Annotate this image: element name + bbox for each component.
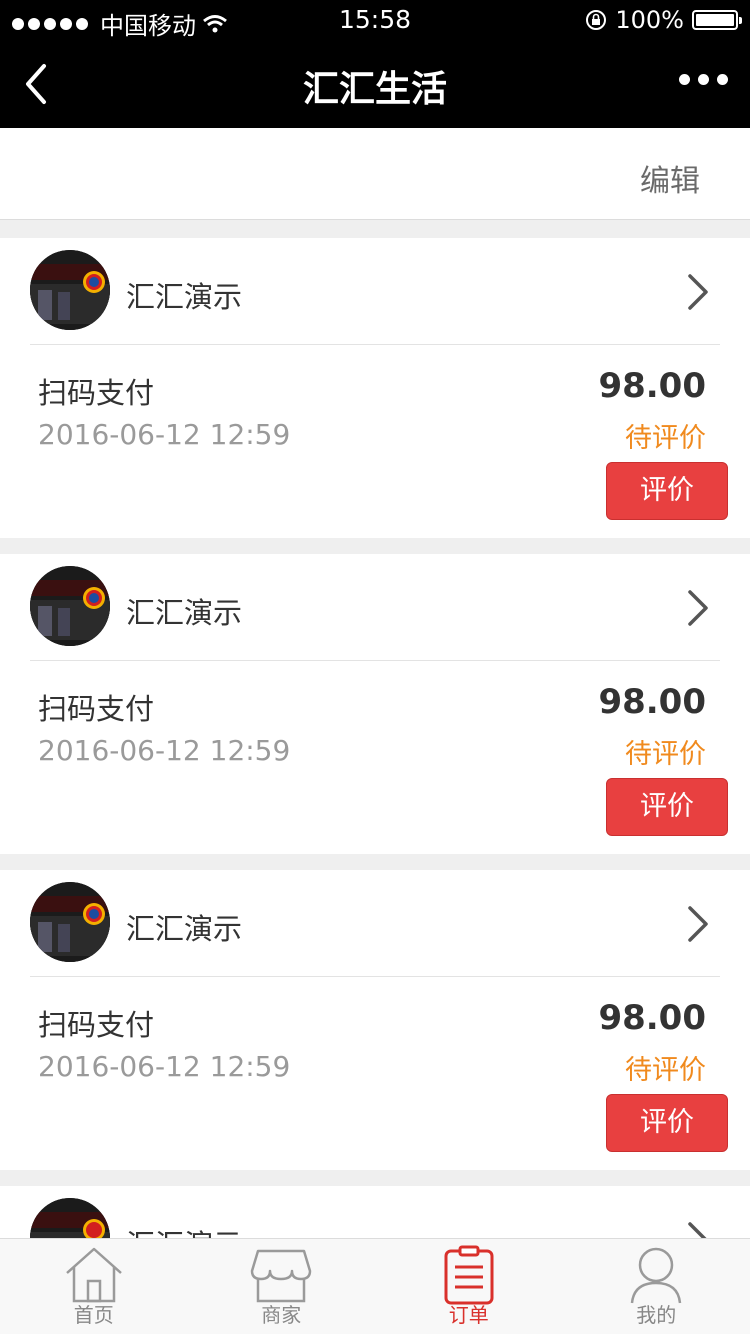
order-card[interactable]: 汇汇演示 扫码支付 2016-06-12 12:59 98.00 待评价 评价 (0, 238, 750, 538)
shop-header[interactable]: 汇汇演示 (0, 238, 750, 346)
tab-label: 订单 (448, 1303, 489, 1327)
shop-name: 汇汇演示 (126, 280, 243, 314)
shop-name: 汇汇演示 (126, 912, 243, 946)
order-card[interactable]: 汇汇演示 扫码支付 2016-06-12 12:59 98.00 待评价 评价 (0, 554, 750, 854)
order-clipboard-icon (444, 1245, 494, 1305)
home-icon (65, 1247, 122, 1303)
edit-button[interactable]: 编辑 (640, 156, 700, 200)
navigation-bar: 汇汇生活 (0, 40, 750, 128)
rotation-lock-icon (586, 10, 607, 30)
battery-icon (692, 10, 742, 30)
order-amount: 98.00 (598, 366, 706, 406)
shop-name: 汇汇演示 (126, 596, 243, 630)
order-status: 待评价 (625, 1055, 706, 1086)
order-time: 2016-06-12 12:59 (38, 734, 291, 767)
order-amount: 98.00 (598, 682, 706, 722)
shop-avatar (30, 566, 110, 646)
divider (30, 660, 720, 661)
chevron-right-icon[interactable] (686, 588, 712, 628)
order-status: 待评价 (625, 739, 706, 770)
rate-button[interactable]: 评价 (606, 1094, 728, 1152)
tab-orders[interactable]: 订单 (375, 1239, 563, 1334)
bottom-tab-bar: 首页 商家 订单 我的 (0, 1238, 750, 1334)
divider (30, 976, 720, 977)
chevron-right-icon[interactable] (686, 904, 712, 944)
tab-label: 首页 (73, 1303, 114, 1327)
shop-avatar (30, 882, 110, 962)
chevron-right-icon[interactable] (686, 272, 712, 312)
shop-header[interactable]: 汇汇演示 (0, 1186, 750, 1246)
tab-profile[interactable]: 我的 (563, 1239, 750, 1334)
order-card[interactable]: 汇汇演示 扫码支付 2016-06-12 12:59 98.00 待评价 评价 (0, 870, 750, 1170)
tab-label: 商家 (261, 1303, 302, 1327)
payment-type: 扫码支付 (38, 692, 155, 726)
order-status: 待评价 (625, 423, 706, 454)
page-title: 汇汇生活 (302, 69, 447, 110)
shop-header[interactable]: 汇汇演示 (0, 870, 750, 978)
order-card[interactable]: 汇汇演示 (0, 1186, 750, 1246)
tab-home[interactable]: 首页 (0, 1239, 188, 1334)
order-time: 2016-06-12 12:59 (38, 1050, 291, 1083)
store-icon (251, 1249, 312, 1303)
shop-avatar (30, 250, 110, 330)
battery-percent: 100% (615, 6, 684, 34)
order-time: 2016-06-12 12:59 (38, 418, 291, 451)
tab-merchants[interactable]: 商家 (188, 1239, 376, 1334)
shop-header[interactable]: 汇汇演示 (0, 554, 750, 662)
rate-button[interactable]: 评价 (606, 462, 728, 520)
order-amount: 98.00 (598, 998, 706, 1038)
payment-type: 扫码支付 (38, 376, 155, 410)
user-icon (631, 1247, 682, 1304)
edit-toolbar: 编辑 (0, 128, 750, 220)
rate-button[interactable]: 评价 (606, 778, 728, 836)
payment-type: 扫码支付 (38, 1008, 155, 1042)
status-bar: 中国移动 15:58 100% (0, 0, 750, 40)
more-options-button[interactable] (679, 74, 728, 85)
divider (30, 344, 720, 345)
tab-label: 我的 (636, 1303, 677, 1327)
